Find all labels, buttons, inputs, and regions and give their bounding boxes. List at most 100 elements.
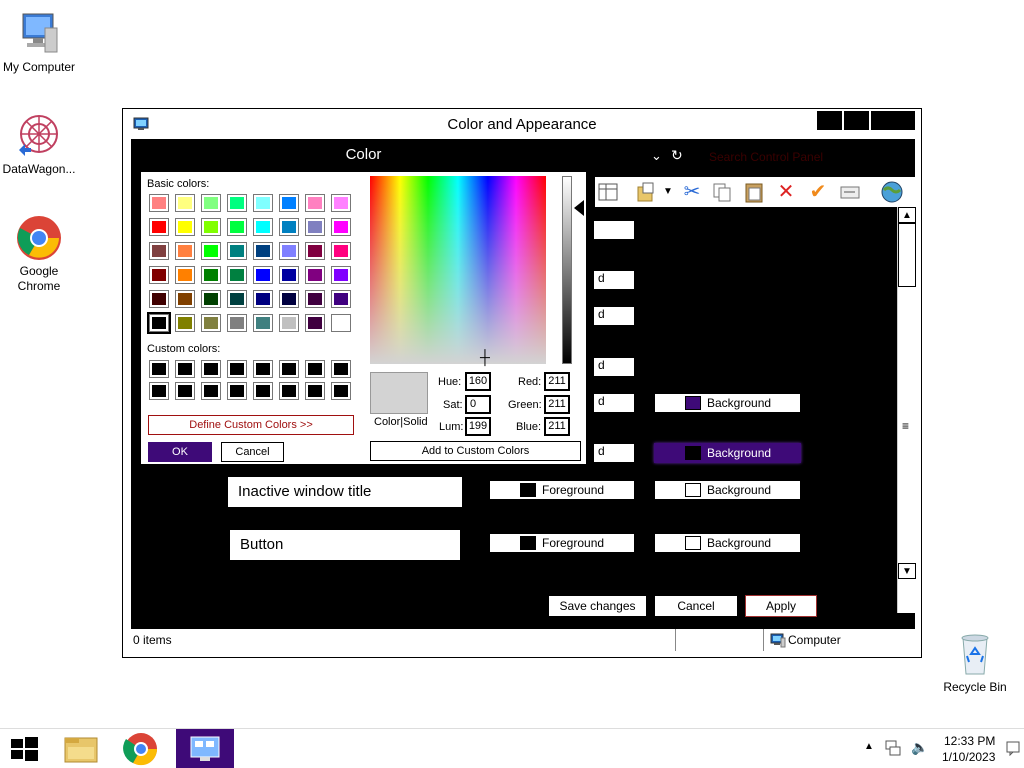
scroll-down-arrow[interactable]: ▼ xyxy=(898,563,916,579)
basic-color-swatch[interactable] xyxy=(201,194,221,212)
background-color-button[interactable]: Background xyxy=(654,393,801,413)
basic-color-swatch[interactable] xyxy=(253,314,273,332)
dialog-cancel-button[interactable]: Cancel xyxy=(221,442,284,462)
desktop-icon-datawagon[interactable]: DataWagon... xyxy=(1,112,77,177)
blue-field[interactable]: 211 xyxy=(544,417,570,436)
basic-color-swatch[interactable] xyxy=(305,194,325,212)
custom-color-swatch[interactable] xyxy=(175,382,195,400)
basic-color-swatch[interactable] xyxy=(253,290,273,308)
desktop-icon-recycle-bin[interactable]: Recycle Bin xyxy=(937,630,1013,695)
globe-icon[interactable] xyxy=(879,181,903,203)
tray-expand-icon[interactable]: ▲ xyxy=(864,741,874,752)
custom-color-swatch[interactable] xyxy=(175,360,195,378)
copy-icon[interactable] xyxy=(711,181,733,203)
desktop-icon-google-chrome[interactable]: Google Chrome xyxy=(1,214,77,294)
clock-date[interactable]: 1/10/2023 xyxy=(942,750,995,764)
basic-color-swatch[interactable] xyxy=(227,266,247,284)
luminosity-arrow-icon[interactable] xyxy=(574,200,584,216)
foreground-color-button[interactable]: Foreground xyxy=(489,480,635,500)
basic-color-swatch[interactable] xyxy=(201,314,221,332)
basic-color-swatch[interactable] xyxy=(279,242,299,260)
custom-color-swatch[interactable] xyxy=(253,382,273,400)
custom-color-swatch[interactable] xyxy=(253,360,273,378)
window-titlebar[interactable]: Color and Appearance xyxy=(123,109,921,139)
cancel-button[interactable]: Cancel xyxy=(654,595,738,617)
desktop-icon-my-computer[interactable]: My Computer xyxy=(1,10,77,75)
basic-color-swatch[interactable] xyxy=(305,266,325,284)
custom-color-swatch[interactable] xyxy=(201,360,221,378)
basic-color-swatch[interactable] xyxy=(147,312,171,334)
basic-color-swatch[interactable] xyxy=(305,218,325,236)
basic-color-swatch[interactable] xyxy=(279,290,299,308)
lum-field[interactable]: 199 xyxy=(465,417,491,436)
red-field[interactable]: 211 xyxy=(544,372,570,391)
basic-color-swatch[interactable] xyxy=(253,218,273,236)
taskbar-file-explorer[interactable] xyxy=(52,729,110,768)
basic-color-swatch[interactable] xyxy=(279,314,299,332)
basic-color-swatch[interactable] xyxy=(201,266,221,284)
hue-field[interactable]: 160 xyxy=(465,372,491,391)
foreground-color-button[interactable]: Foreground xyxy=(489,533,635,553)
green-field[interactable]: 211 xyxy=(544,395,570,414)
scroll-up-arrow[interactable]: ▲ xyxy=(898,207,916,223)
maximize-button[interactable] xyxy=(844,111,869,130)
vertical-scrollbar[interactable]: ▲ ≡ ▼ xyxy=(897,207,916,613)
basic-color-swatch[interactable] xyxy=(201,242,221,260)
folder-properties-icon[interactable] xyxy=(635,181,657,203)
custom-color-swatch[interactable] xyxy=(279,382,299,400)
refresh-icon[interactable]: ↻ xyxy=(671,147,683,164)
custom-color-swatch[interactable] xyxy=(149,382,169,400)
basic-color-swatch[interactable] xyxy=(227,314,247,332)
basic-color-swatch[interactable] xyxy=(279,266,299,284)
define-custom-colors-button[interactable]: Define Custom Colors >> xyxy=(148,415,354,435)
basic-color-swatch[interactable] xyxy=(279,218,299,236)
basic-color-swatch[interactable] xyxy=(175,314,195,332)
notification-icon[interactable] xyxy=(1006,740,1020,759)
background-color-button-selected[interactable]: Background xyxy=(654,443,801,463)
search-input[interactable]: Search Control Panel xyxy=(709,150,823,164)
custom-color-swatch[interactable] xyxy=(149,360,169,378)
ok-button[interactable]: OK xyxy=(148,442,212,462)
custom-color-swatch[interactable] xyxy=(305,382,325,400)
layout-icon[interactable] xyxy=(597,181,619,203)
add-to-custom-colors-button[interactable]: Add to Custom Colors xyxy=(370,441,581,461)
custom-color-swatch[interactable] xyxy=(331,382,351,400)
basic-color-swatch[interactable] xyxy=(305,314,325,332)
custom-color-swatch[interactable] xyxy=(331,360,351,378)
basic-color-swatch[interactable] xyxy=(331,314,351,332)
basic-color-swatch[interactable] xyxy=(305,242,325,260)
background-color-button[interactable]: Background xyxy=(654,533,801,553)
basic-color-swatch[interactable] xyxy=(149,290,169,308)
basic-color-swatch[interactable] xyxy=(227,218,247,236)
cut-icon[interactable]: ✂ xyxy=(681,181,703,203)
basic-color-swatch[interactable] xyxy=(149,266,169,284)
basic-color-swatch[interactable] xyxy=(227,290,247,308)
basic-color-swatch[interactable] xyxy=(331,266,351,284)
basic-color-swatch[interactable] xyxy=(331,290,351,308)
custom-color-swatch[interactable] xyxy=(279,360,299,378)
custom-color-swatch[interactable] xyxy=(227,382,247,400)
apply-button[interactable]: Apply xyxy=(745,595,817,617)
paste-icon[interactable] xyxy=(743,181,765,203)
delete-icon[interactable]: ✕ xyxy=(775,181,797,203)
custom-color-swatch[interactable] xyxy=(201,382,221,400)
basic-color-swatch[interactable] xyxy=(331,218,351,236)
basic-color-swatch[interactable] xyxy=(331,194,351,212)
basic-color-swatch[interactable] xyxy=(279,194,299,212)
basic-color-swatch[interactable] xyxy=(253,266,273,284)
clock-time[interactable]: 12:33 PM xyxy=(944,734,995,748)
sat-field[interactable]: 0 xyxy=(465,395,491,414)
basic-color-swatch[interactable] xyxy=(175,290,195,308)
basic-color-swatch[interactable] xyxy=(149,242,169,260)
custom-color-swatch[interactable] xyxy=(305,360,325,378)
element-name-inactive-title[interactable]: Inactive window title xyxy=(228,477,462,507)
basic-color-swatch[interactable] xyxy=(175,266,195,284)
basic-color-swatch[interactable] xyxy=(331,242,351,260)
basic-color-swatch[interactable] xyxy=(253,242,273,260)
properties-icon[interactable] xyxy=(839,181,861,203)
basic-color-swatch[interactable] xyxy=(149,218,169,236)
close-button[interactable] xyxy=(871,111,915,130)
taskbar-control-panel[interactable] xyxy=(176,729,234,768)
custom-color-swatch[interactable] xyxy=(227,360,247,378)
basic-color-swatch[interactable] xyxy=(227,194,247,212)
